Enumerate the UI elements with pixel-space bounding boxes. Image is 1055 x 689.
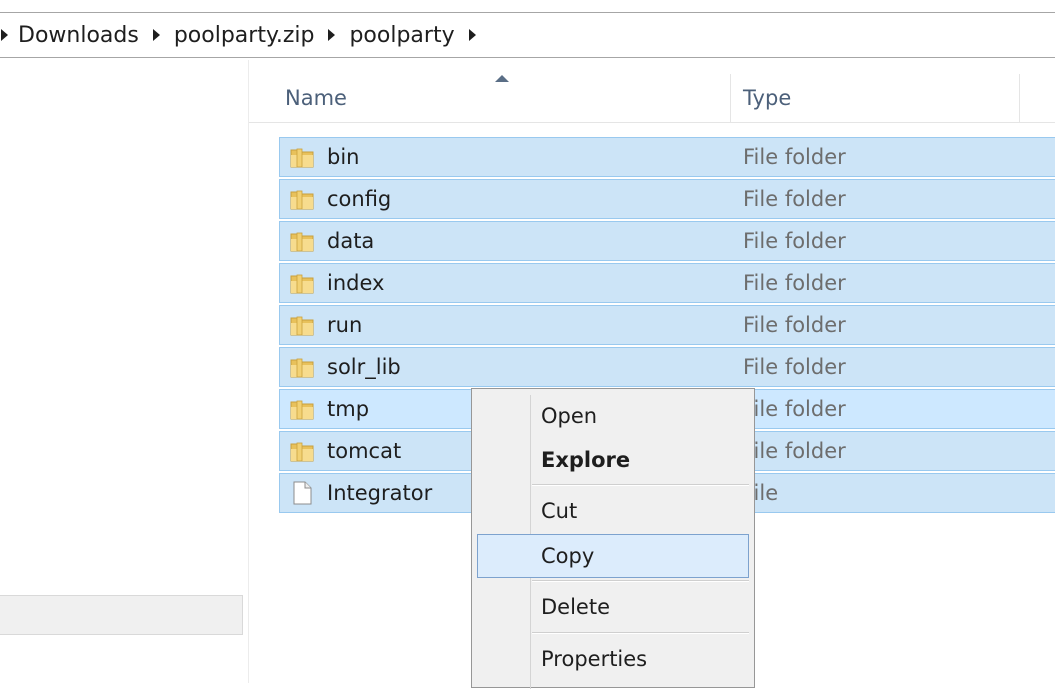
breadcrumb: Downloads poolparty.zip poolparty — [0, 13, 490, 57]
context-menu-label: Properties — [541, 647, 648, 671]
file-row[interactable]: config File folder — [279, 179, 1055, 219]
context-menu-label: Explore — [541, 448, 631, 472]
folder-icon — [290, 190, 314, 210]
context-menu: Open Explore Cut Copy Delete Properties — [471, 388, 755, 689]
context-menu-label: Delete — [541, 595, 610, 619]
file-type: File folder — [743, 313, 846, 337]
file-type: File folder — [743, 355, 846, 379]
context-menu-separator — [532, 580, 749, 582]
context-menu-item-explore[interactable]: Explore — [477, 438, 749, 482]
folder-icon — [290, 232, 314, 252]
file-name: tmp — [327, 397, 370, 421]
file-name: solr_lib — [327, 355, 401, 379]
file-name: Integrator — [327, 481, 433, 505]
breadcrumb-chevron-icon[interactable] — [1, 29, 8, 41]
file-type: File folder — [743, 271, 846, 295]
navigation-pane — [0, 60, 248, 683]
file-row[interactable]: bin File folder — [279, 137, 1055, 177]
context-menu-label: Open — [541, 404, 598, 428]
file-type: File folder — [743, 229, 846, 253]
context-menu-item-copy[interactable]: Copy — [477, 534, 749, 578]
address-bar[interactable]: Downloads poolparty.zip poolparty — [0, 12, 1055, 58]
context-menu-separator — [532, 484, 749, 486]
file-name: config — [327, 187, 392, 211]
folder-icon — [290, 400, 314, 420]
context-menu-item-cut[interactable]: Cut — [477, 489, 749, 533]
file-name: index — [327, 271, 385, 295]
column-header-name[interactable]: Name — [285, 74, 347, 122]
file-name: run — [327, 313, 363, 337]
file-icon — [293, 481, 312, 505]
column-header-type[interactable]: Type — [743, 74, 791, 122]
column-header: Name Type — [249, 74, 1055, 123]
file-type: File folder — [743, 187, 846, 211]
file-type: File folder — [743, 145, 846, 169]
file-name: bin — [327, 145, 360, 169]
file-row[interactable]: data File folder — [279, 221, 1055, 261]
column-divider[interactable] — [1019, 74, 1020, 122]
file-type: File folder — [743, 397, 846, 421]
context-menu-label: Cut — [541, 499, 578, 523]
folder-icon — [290, 358, 314, 378]
breadcrumb-chevron-icon[interactable] — [468, 29, 476, 41]
sort-ascending-icon — [495, 75, 509, 82]
folder-icon — [290, 148, 314, 168]
breadcrumb-chevron-icon[interactable] — [328, 29, 336, 41]
file-row[interactable]: solr_lib File folder — [279, 347, 1055, 387]
folder-icon — [290, 316, 314, 336]
file-name: tomcat — [327, 439, 402, 463]
file-row[interactable]: run File folder — [279, 305, 1055, 345]
folder-icon — [290, 274, 314, 294]
context-menu-item-properties[interactable]: Properties — [477, 637, 749, 681]
context-menu-item-open[interactable]: Open — [477, 394, 749, 438]
breadcrumb-item-downloads[interactable]: Downloads — [18, 23, 139, 48]
breadcrumb-item-poolparty-zip[interactable]: poolparty.zip — [174, 23, 315, 48]
navigation-pane-scrollbar[interactable] — [0, 595, 243, 635]
file-name: data — [327, 229, 375, 253]
folder-icon — [290, 442, 314, 462]
column-divider[interactable] — [730, 74, 731, 122]
context-menu-separator — [532, 632, 749, 634]
context-menu-label: Copy — [541, 544, 595, 568]
file-row[interactable]: index File folder — [279, 263, 1055, 303]
breadcrumb-chevron-icon[interactable] — [152, 29, 160, 41]
file-type: File folder — [743, 439, 846, 463]
context-menu-item-delete[interactable]: Delete — [477, 585, 749, 629]
breadcrumb-item-poolparty[interactable]: poolparty — [349, 23, 454, 48]
